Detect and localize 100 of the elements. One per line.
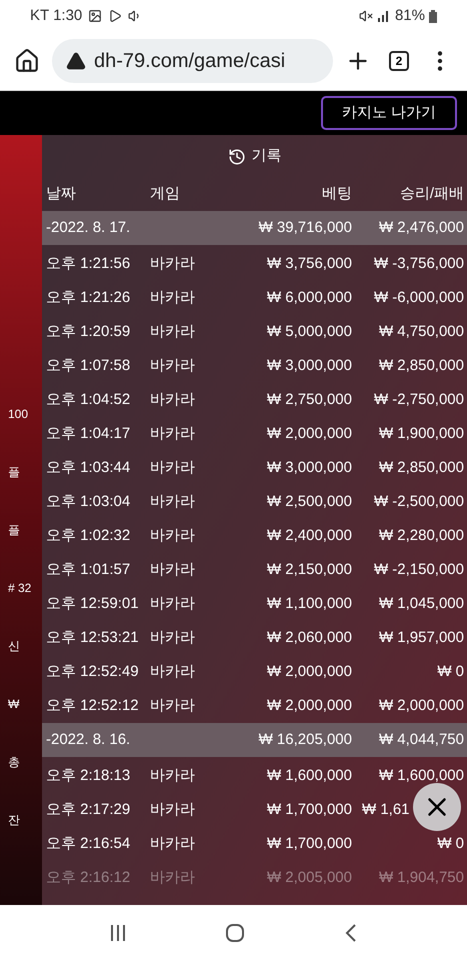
game-cell-text: 바카라	[150, 526, 196, 546]
game-cell-text: 바카라	[150, 560, 196, 580]
date-cell-text: 오후 1:07:58	[46, 356, 132, 376]
game-text: # 32	[7, 580, 32, 597]
date-cell-text: -2022. 8. 17.	[46, 218, 132, 238]
column-header: 날짜	[46, 184, 77, 204]
bet-cell-text: ₩ 16,205,000	[258, 730, 352, 750]
game-text: 100	[7, 406, 28, 423]
game-cell-text: 바카라	[150, 662, 196, 682]
game-cell-text: 바카라	[150, 492, 196, 512]
bet-cell-text: ₩ 3,000,000	[266, 356, 352, 376]
bet-cell-text: ₩ 2,400,000	[266, 526, 352, 546]
game-text: 총	[7, 754, 20, 771]
date-cell-text: 오후 2:18:13	[46, 766, 132, 786]
bet-cell-text: ₩ 2,750,000	[266, 390, 352, 410]
home-icon[interactable]	[14, 48, 40, 74]
result-cell-text: ₩ 0	[437, 662, 464, 682]
column-header: 게임	[150, 184, 181, 204]
date-cell-text: 오후 1:04:17	[46, 424, 132, 444]
game-cell-text: 바카라	[150, 594, 196, 614]
result-cell-text: ₩ -2,500,000	[374, 492, 464, 512]
result-cell-text: ₩ 2,280,000	[378, 526, 464, 546]
date-cell-text: 오후 2:16:54	[46, 834, 132, 854]
date-cell-text: 오후 2:16:12	[46, 868, 132, 888]
result-cell-text: ₩ 4,044,750	[378, 730, 464, 750]
bet-cell-text: ₩ 2,060,000	[266, 628, 352, 648]
result-cell-text: ₩ 1,957,000	[378, 628, 464, 648]
game-cell-text: 바카라	[150, 766, 196, 786]
result-cell-text: ₩ 1,900,000	[378, 424, 464, 444]
game-cell-text: 바카라	[150, 834, 196, 854]
date-cell-text: 오후 12:52:12	[46, 696, 140, 716]
image-icon	[88, 9, 102, 23]
play-icon	[108, 9, 122, 23]
bet-cell-text: ₩ 3,756,000	[266, 254, 352, 274]
game-text: ₩	[7, 696, 20, 713]
date-cell-text: -2022. 8. 16.	[46, 730, 132, 750]
result-cell-text: ₩ 0	[437, 834, 464, 854]
bet-cell-text: ₩ 2,005,000	[266, 868, 352, 888]
date-cell-text: 오후 1:03:04	[46, 492, 132, 512]
game-cell-text: 바카라	[150, 322, 196, 342]
result-cell-text: ₩ 4,750,000	[378, 322, 464, 342]
game-cell-text: 바카라	[150, 628, 196, 648]
bet-cell-text: ₩ 2,000,000	[266, 662, 352, 682]
date-cell-text: 오후 1:02:32	[46, 526, 132, 546]
game-cell-text: 바카라	[150, 356, 196, 376]
result-cell-text: ₩ 1,045,000	[378, 594, 464, 614]
date-cell-text: 오후 1:20:59	[46, 322, 132, 342]
date-cell-text: 오후 12:52:49	[46, 662, 140, 682]
game-text: 잔	[7, 812, 20, 829]
history-icon	[228, 148, 246, 166]
result-cell-text: ₩ 2,476,000	[378, 218, 464, 238]
result-cell-text: ₩ -2,750,000	[374, 390, 464, 410]
back-icon[interactable]	[344, 924, 358, 942]
game-cell-text: 바카라	[150, 288, 196, 308]
bet-cell-text: ₩ 2,150,000	[266, 560, 352, 580]
date-cell-text: 오후 2:17:29	[46, 800, 132, 820]
result-cell-text: ₩ 2,850,000	[378, 356, 464, 376]
bet-cell-text: ₩ 6,000,000	[266, 288, 352, 308]
date-cell-text: 오후 1:21:26	[46, 288, 132, 308]
recent-apps-icon[interactable]	[109, 924, 128, 942]
tab-count-button[interactable]: 2	[389, 51, 409, 71]
battery-percent: 81%	[394, 6, 425, 26]
date-cell-text: 오후 12:53:21	[46, 628, 140, 648]
result-cell-text: ₩ 2,000,000	[378, 696, 464, 716]
column-header: 승리/패배	[398, 184, 464, 204]
game-cell-text: 바카라	[150, 458, 196, 478]
bet-cell-text: ₩ 5,000,000	[266, 322, 352, 342]
game-text: 플	[7, 464, 20, 481]
bet-cell-text: ₩ 39,716,000	[258, 218, 352, 238]
signal-icon	[376, 10, 391, 22]
bet-cell-text: ₩ 1,700,000	[266, 800, 352, 820]
home-button-icon[interactable]	[225, 922, 246, 942]
bet-cell-text: ₩ 3,000,000	[266, 458, 352, 478]
game-text: 플	[7, 522, 20, 539]
bet-cell-text: ₩ 2,000,000	[266, 424, 352, 444]
date-cell-text: 오후 1:04:52	[46, 390, 132, 410]
address-bar[interactable]: dh-79.com/game/casi	[52, 39, 333, 83]
result-cell-text: ₩ 1,61	[362, 800, 410, 820]
column-header: 베팅	[321, 184, 352, 204]
result-cell-text: ₩ 2,850,000	[378, 458, 464, 478]
date-cell-text: 오후 1:03:44	[46, 458, 132, 478]
game-cell-text: 바카라	[150, 800, 196, 820]
warning-icon	[66, 51, 86, 71]
result-cell-text: ₩ -6,000,000	[374, 288, 464, 308]
panel-title: 기록	[252, 146, 282, 166]
bet-cell-text: ₩ 2,500,000	[266, 492, 352, 512]
result-cell-text: ₩ 1,904,750	[378, 868, 464, 888]
date-cell-text: 오후 12:59:01	[46, 594, 140, 614]
game-cell-text: 바카라	[150, 390, 196, 410]
date-cell-text: 오후 1:01:57	[46, 560, 132, 580]
game-cell-text: 바카라	[150, 424, 196, 444]
result-cell-text: ₩ -2,150,000	[374, 560, 464, 580]
bet-cell-text: ₩ 2,000,000	[266, 696, 352, 716]
battery-icon	[429, 10, 437, 22]
url-text: dh-79.com/game/casi	[94, 49, 286, 74]
bet-cell-text: ₩ 1,100,000	[266, 594, 352, 614]
game-cell-text: 바카라	[150, 868, 196, 888]
game-text: 신	[7, 638, 20, 655]
exit-casino-button[interactable]: 카지노 나가기	[321, 96, 457, 130]
carrier-time: KT 1:30	[30, 6, 82, 26]
